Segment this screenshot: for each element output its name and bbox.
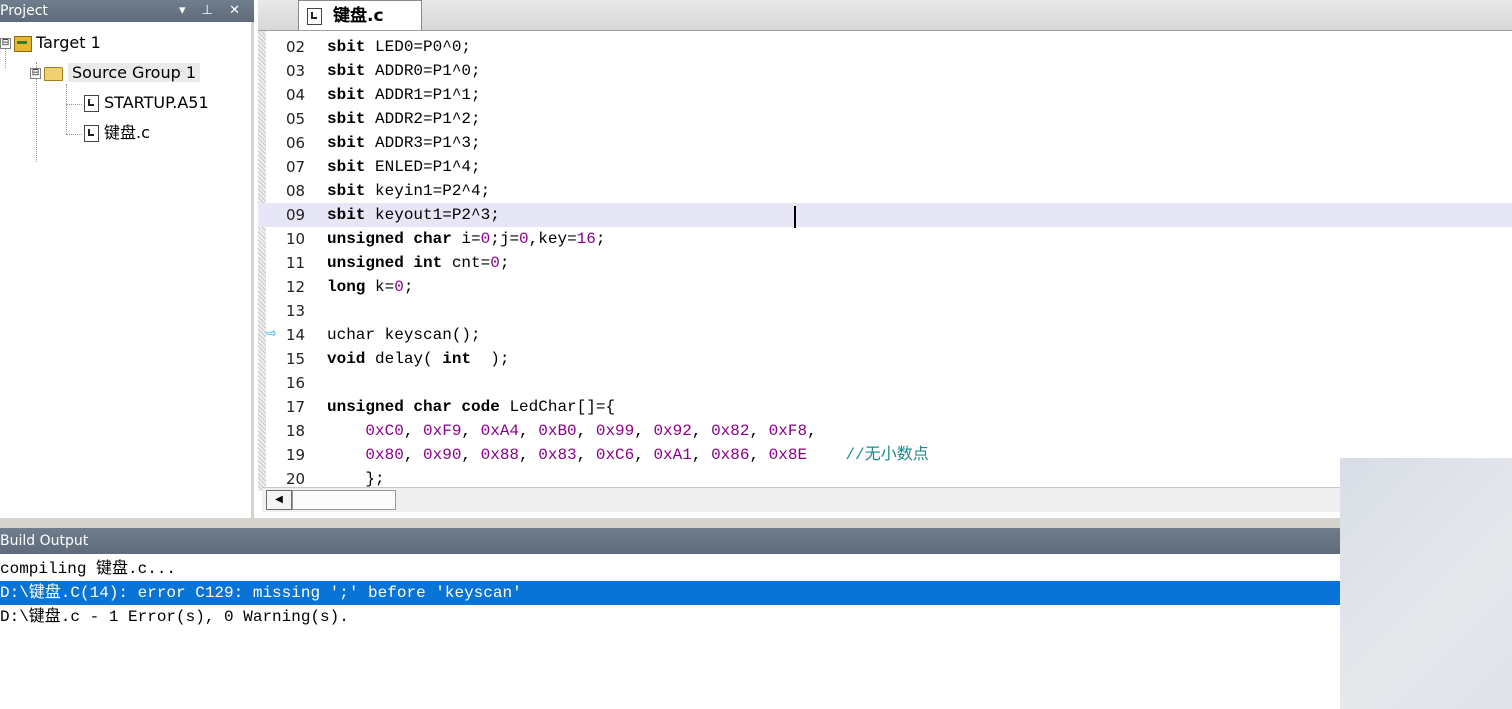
code-line[interactable]: 05 sbit ADDR2=P1^2;	[258, 107, 1512, 131]
scroll-left-icon[interactable]: ◀	[266, 490, 292, 510]
line-number: 17	[286, 398, 306, 416]
line-number: 05	[286, 110, 306, 128]
horizontal-scrollbar[interactable]: ◀	[262, 487, 1340, 512]
code-line[interactable]: ⇨ 14 uchar keyscan();	[258, 323, 1512, 347]
tree-connector	[66, 84, 67, 134]
line-number: 10	[286, 230, 306, 248]
code-line[interactable]: 19 0x80, 0x90, 0x88, 0x83, 0xC6, 0xA1, 0…	[258, 443, 1512, 467]
file-icon	[84, 125, 99, 142]
line-number: 03	[286, 62, 306, 80]
tree-connector	[66, 104, 82, 105]
text-caret	[794, 206, 796, 228]
code-line[interactable]: 10 unsigned char i=0;j=0,key=16;	[258, 227, 1512, 251]
pane-controls[interactable]: ▾ ⊥ ✕	[179, 0, 246, 22]
project-panel: ⊟ Target 1 ⊟ Source Group 1 STARTUP.A51 键盘…	[0, 22, 254, 518]
build-output-line[interactable]: D:\键盘.c - 1 Error(s), 0 Warning(s).	[0, 605, 1340, 629]
code-text: unsigned int cnt=0;	[327, 254, 510, 272]
code-text: 0x80, 0x90, 0x88, 0x83, 0xC6, 0xA1, 0x86…	[365, 446, 929, 464]
line-number: 19	[286, 446, 306, 464]
code-text: long k=0;	[327, 278, 414, 296]
line-number: 14	[286, 326, 306, 344]
line-number: 13	[286, 302, 306, 320]
build-output-title-text: Build Output	[0, 533, 89, 549]
code-text: uchar keyscan();	[327, 326, 481, 344]
code-text: sbit ENLED=P1^4;	[327, 158, 481, 176]
code-line[interactable]: 08 sbit keyin1=P2^4;	[258, 179, 1512, 203]
code-line[interactable]: 09 sbit keyout1=P2^3;	[258, 203, 1512, 227]
code-text: sbit ADDR3=P1^3;	[327, 134, 481, 152]
folder-icon	[44, 66, 63, 81]
code-text: sbit ADDR2=P1^2;	[327, 110, 481, 128]
error-arrow-icon: ⇨	[266, 325, 277, 344]
code-line[interactable]: 04 sbit ADDR1=P1^1;	[258, 83, 1512, 107]
splitter[interactable]	[0, 518, 1512, 528]
tab-keyboard-c[interactable]: 键盘.c	[298, 0, 422, 30]
collapse-icon[interactable]: ⊟	[0, 38, 11, 49]
project-title-text: Project	[0, 3, 48, 19]
line-number: 07	[286, 158, 306, 176]
target-icon	[14, 35, 32, 52]
tree-connector	[66, 134, 82, 135]
tree-node-startup[interactable]: STARTUP.A51	[84, 92, 209, 114]
line-number: 11	[286, 254, 306, 272]
tree-node-source-group[interactable]: ⊟ Source Group 1	[30, 62, 201, 84]
collapse-icon[interactable]: ⊟	[30, 68, 41, 79]
code-line[interactable]: 06 sbit ADDR3=P1^3;	[258, 131, 1512, 155]
tree-node-label: 键盘.c	[104, 123, 150, 142]
line-number: 02	[286, 38, 306, 56]
line-number: 09	[286, 206, 306, 224]
code-text: sbit keyout1=P2^3;	[327, 206, 500, 224]
line-number: 08	[286, 182, 306, 200]
code-line[interactable]: 12 long k=0;	[258, 275, 1512, 299]
code-line[interactable]: 07 sbit ENLED=P1^4;	[258, 155, 1512, 179]
tree-node-label: STARTUP.A51	[104, 93, 209, 112]
file-icon	[84, 95, 99, 112]
code-line[interactable]: 03 sbit ADDR0=P1^0;	[258, 59, 1512, 83]
line-number: 15	[286, 350, 306, 368]
background-area	[1340, 458, 1512, 709]
line-number: 16	[286, 374, 306, 392]
code-text: sbit ADDR1=P1^1;	[327, 86, 481, 104]
code-text: sbit LED0=P0^0;	[327, 38, 472, 56]
editor-tab-strip: 键盘.c	[258, 0, 1512, 31]
code-text: void delay( int );	[327, 350, 510, 368]
code-text: sbit keyin1=P2^4;	[327, 182, 491, 200]
code-line[interactable]: 11 unsigned int cnt=0;	[258, 251, 1512, 275]
tree-node-keyboard-c[interactable]: 键盘.c	[84, 122, 150, 144]
scrollbar-thumb[interactable]	[292, 490, 396, 510]
tree-node-target[interactable]: ⊟ Target 1	[0, 32, 101, 54]
tab-label: 键盘.c	[333, 6, 384, 26]
tree-node-label: Source Group 1	[68, 63, 201, 82]
line-number: 18	[286, 422, 306, 440]
code-text: sbit ADDR0=P1^0;	[327, 62, 481, 80]
line-number: 06	[286, 134, 306, 152]
line-number: 12	[286, 278, 306, 296]
line-number: 04	[286, 86, 306, 104]
code-text: unsigned char code LedChar[]={	[327, 398, 616, 416]
code-line[interactable]: 13	[258, 299, 1512, 323]
build-output-line[interactable]: D:\键盘.C(14): error C129: missing ';' bef…	[0, 581, 1340, 605]
code-line[interactable]: 15 void delay( int );	[258, 347, 1512, 371]
code-text: 0xC0, 0xF9, 0xA4, 0xB0, 0x99, 0x92, 0x82…	[365, 422, 817, 440]
code-line[interactable]: 17 unsigned char code LedChar[]={	[258, 395, 1512, 419]
file-icon	[307, 8, 322, 25]
build-output-line[interactable]: compiling 键盘.c...	[0, 557, 1340, 581]
code-text: unsigned char i=0;j=0,key=16;	[327, 230, 606, 248]
build-output-panel[interactable]: compiling 键盘.c... D:\键盘.C(14): error C129…	[0, 556, 1340, 709]
code-line[interactable]: 18 0xC0, 0xF9, 0xA4, 0xB0, 0x99, 0x92, 0…	[258, 419, 1512, 443]
tree-node-label: Target 1	[36, 33, 101, 52]
code-line[interactable]: 02 sbit LED0=P0^0;	[258, 35, 1512, 59]
build-output-title: Build Output	[0, 528, 1340, 554]
project-pane-title: Project ▾ ⊥ ✕	[0, 0, 254, 22]
code-editor[interactable]: 02 sbit LED0=P0^0; 03 sbit ADDR0=P1^0; 04 sbi…	[258, 31, 1512, 518]
code-line[interactable]: 16	[258, 371, 1512, 395]
